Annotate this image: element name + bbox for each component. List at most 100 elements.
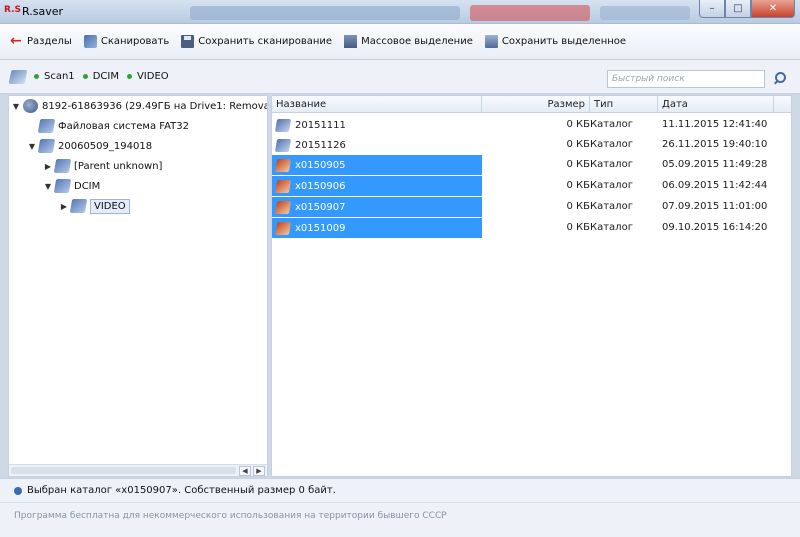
- blurred-background: [600, 6, 690, 20]
- table-row[interactable]: 20151126 0 КБ Каталог 26.11.2015 19:40:1…: [272, 135, 791, 155]
- save-selected-icon: [484, 35, 498, 48]
- scrollbar-thumb[interactable]: [11, 467, 236, 474]
- select-icon: [344, 35, 358, 48]
- table-row[interactable]: x0151009 0 КБ Каталог 09.10.2015 16:14:2…: [272, 218, 791, 238]
- column-header-name[interactable]: Название: [272, 96, 482, 113]
- column-header-size[interactable]: Размер: [482, 96, 590, 113]
- scan-label: Сканировать: [100, 36, 170, 47]
- tree-node-drive[interactable]: ▼ 8192-61863936 (29.49ГБ на Drive1: Remo…: [11, 97, 267, 115]
- info-icon: [14, 486, 22, 495]
- breadcrumb-item-video[interactable]: VIDEO: [126, 71, 169, 82]
- expand-icon[interactable]: ▶: [59, 202, 69, 211]
- breadcrumb-label: DCIM: [92, 71, 119, 82]
- file-date: 11.11.2015 12:41:40: [662, 119, 768, 130]
- scroll-right-button[interactable]: ▶: [253, 466, 265, 476]
- file-type: Каталог: [590, 119, 633, 130]
- file-size: 0 КБ: [566, 201, 590, 212]
- file-date: 26.11.2015 19:40:10: [662, 139, 768, 150]
- search-input[interactable]: [607, 70, 765, 88]
- save-selected-button[interactable]: Сохранить выделенное: [484, 31, 627, 53]
- folder-icon: [274, 158, 292, 172]
- window-title: R.saver: [22, 5, 64, 18]
- file-type: Каталог: [590, 159, 633, 170]
- status-dot-icon: [126, 74, 132, 79]
- file-name: x0150907: [295, 201, 346, 213]
- drive-icon: [23, 99, 38, 113]
- file-type: Каталог: [590, 180, 633, 191]
- close-button[interactable]: ✕: [751, 0, 795, 18]
- folder-icon: [37, 139, 56, 153]
- blurred-background: [470, 5, 590, 21]
- tree-node-label: [Parent unknown]: [74, 160, 163, 172]
- blurred-background: [190, 6, 460, 20]
- folder-icon: [274, 179, 292, 193]
- breadcrumb: Scan1 DCIM VIDEO: [0, 60, 800, 94]
- file-date: 07.09.2015 11:01:00: [662, 201, 768, 212]
- file-date: 05.09.2015 11:49:28: [662, 159, 768, 170]
- column-header-type[interactable]: Тип: [590, 96, 658, 113]
- file-name-cell: 20151126: [272, 135, 482, 155]
- toolbar: ← Разделы Сканировать Сохранить сканиров…: [0, 24, 800, 60]
- collapse-icon[interactable]: ▼: [43, 182, 53, 191]
- column-header-date[interactable]: Дата: [658, 96, 774, 113]
- table-row[interactable]: x0150906 0 КБ Каталог 06.09.2015 11:42:4…: [272, 176, 791, 196]
- title-bar: R.S R.saver – □ ✕: [0, 0, 800, 24]
- file-date: 06.09.2015 11:42:44: [662, 180, 768, 191]
- mass-select-label: Массовое выделение: [361, 36, 473, 47]
- file-size: 0 КБ: [566, 222, 590, 233]
- file-name-cell: x0150905: [272, 155, 482, 175]
- horizontal-scrollbar[interactable]: ◀ ▶: [9, 464, 267, 476]
- collapse-icon[interactable]: ▼: [11, 102, 21, 111]
- folder-icon: [69, 199, 88, 213]
- breadcrumb-item-scan1[interactable]: Scan1: [34, 71, 75, 82]
- status-bar: Выбран каталог «x0150907». Собственный р…: [0, 478, 800, 502]
- scan-button[interactable]: Сканировать: [83, 31, 170, 53]
- tree-node-video[interactable]: ▶ VIDEO: [59, 197, 130, 215]
- file-size: 0 КБ: [566, 180, 590, 191]
- breadcrumb-label: VIDEO: [136, 71, 169, 82]
- tree-node-label: Файловая система FAT32: [58, 120, 190, 132]
- folder-icon: [274, 118, 292, 132]
- mass-select-button[interactable]: Массовое выделение: [344, 31, 473, 53]
- file-name-cell: x0150907: [272, 197, 482, 217]
- save-scan-label: Сохранить сканирование: [198, 36, 333, 47]
- tree-node-parent-unknown[interactable]: ▶ [Parent unknown]: [43, 157, 162, 175]
- file-name-cell: 20151111: [272, 115, 482, 135]
- file-name: 20151111: [295, 119, 346, 131]
- scan-icon: [83, 35, 97, 48]
- status-text: Выбран каталог «x0150907». Собственный р…: [27, 485, 336, 496]
- folder-icon: [53, 159, 72, 173]
- file-size: 0 КБ: [566, 159, 590, 170]
- scroll-left-button[interactable]: ◀: [239, 466, 251, 476]
- partitions-button[interactable]: ← Разделы: [10, 31, 72, 53]
- expand-icon[interactable]: ▶: [43, 162, 53, 171]
- save-icon: [181, 35, 195, 48]
- folder-icon: [274, 138, 292, 152]
- breadcrumb-item-dcim[interactable]: DCIM: [82, 71, 119, 82]
- maximize-button[interactable]: □: [725, 0, 751, 18]
- collapse-icon[interactable]: ▼: [27, 142, 37, 151]
- tree-node-session[interactable]: ▼ 20060509_194018: [27, 137, 152, 155]
- file-name: 20151126: [295, 139, 346, 151]
- search-icon[interactable]: [772, 71, 786, 85]
- minimize-button[interactable]: –: [699, 0, 725, 18]
- table-row[interactable]: x0150907 0 КБ Каталог 07.09.2015 11:01:0…: [272, 197, 791, 217]
- tree-node-filesystem[interactable]: Файловая система FAT32: [27, 117, 189, 135]
- list-header: Название Размер Тип Дата: [272, 96, 791, 113]
- window-controls: – □ ✕: [699, 0, 795, 18]
- folder-tree[interactable]: ▼ 8192-61863936 (29.49ГБ на Drive1: Remo…: [8, 95, 268, 477]
- file-date: 09.10.2015 16:14:20: [662, 222, 768, 233]
- table-row[interactable]: x0150905 0 КБ Каталог 05.09.2015 11:49:2…: [272, 155, 791, 175]
- file-name: x0150905: [295, 159, 346, 171]
- tree-node-dcim[interactable]: ▼ DCIM: [43, 177, 100, 195]
- file-list[interactable]: Название Размер Тип Дата 20151111 0 КБ К…: [271, 95, 792, 477]
- status-dot-icon: [34, 74, 39, 79]
- tree-node-label: DCIM: [74, 180, 101, 192]
- save-scan-button[interactable]: Сохранить сканирование: [181, 31, 332, 53]
- tree-node-label: 20060509_194018: [58, 140, 153, 152]
- save-selected-label: Сохранить выделенное: [501, 36, 627, 47]
- table-row[interactable]: 20151111 0 КБ Каталог 11.11.2015 12:41:4…: [272, 115, 791, 135]
- file-type: Каталог: [590, 139, 633, 150]
- file-name-cell: x0151009: [272, 218, 482, 238]
- app-logo: R.S: [4, 5, 21, 15]
